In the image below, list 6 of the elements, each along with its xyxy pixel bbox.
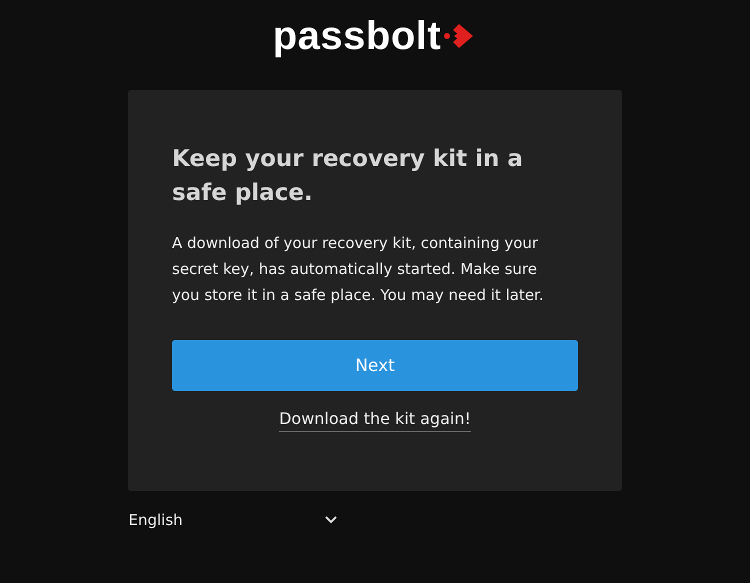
download-again-link[interactable]: Download the kit again!	[279, 409, 471, 432]
card-title: Keep your recovery kit in a safe place.	[172, 145, 524, 208]
logo-text: passbolt	[272, 14, 442, 58]
chevron-down-icon	[324, 516, 336, 524]
card-message: A download of your recovery kit, containing your secret key, has automatically started. Make sure you store it in a safe place. You may need it later.	[172, 233, 545, 306]
language-select[interactable]: English	[128, 511, 336, 529]
